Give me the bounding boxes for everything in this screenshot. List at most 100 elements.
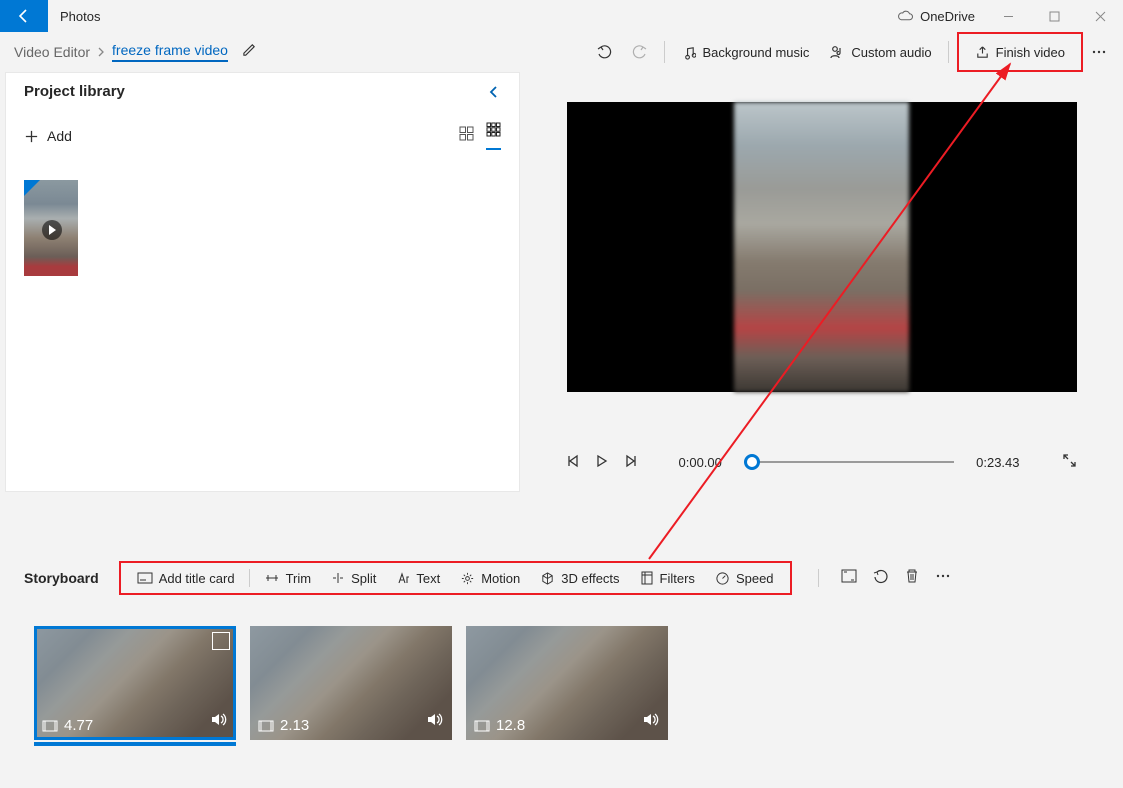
filters-icon	[640, 571, 654, 585]
step-fwd-icon	[623, 454, 637, 468]
more-button[interactable]	[1083, 36, 1115, 68]
aspect-button[interactable]	[841, 569, 857, 588]
collapse-library-button[interactable]	[487, 85, 501, 99]
storyboard-clip[interactable]: 4.77	[34, 626, 236, 740]
title-bar: Photos OneDrive	[0, 0, 1123, 32]
selected-clip-mark	[212, 632, 230, 650]
background-music-button[interactable]: Background music	[671, 36, 819, 68]
top-toolbar: Video Editor freeze frame video Backgrou…	[0, 32, 1123, 72]
speed-label: Speed	[736, 571, 774, 586]
finish-video-button[interactable]: Finish video	[965, 36, 1075, 68]
split-icon	[331, 572, 345, 584]
maximize-button[interactable]	[1031, 11, 1077, 22]
storyboard-clip[interactable]: 12.8	[466, 626, 668, 740]
export-icon	[975, 45, 990, 60]
seek-bar[interactable]	[744, 461, 954, 463]
rotate-button[interactable]	[873, 568, 889, 589]
aspect-icon	[841, 569, 857, 583]
back-button[interactable]	[0, 0, 48, 32]
chevron-right-icon	[96, 47, 106, 57]
close-button[interactable]	[1077, 11, 1123, 22]
sound-icon	[210, 712, 228, 732]
finish-video-label: Finish video	[996, 45, 1065, 60]
minimize-button[interactable]	[985, 11, 1031, 22]
text-icon	[396, 572, 410, 585]
cloud-icon	[896, 10, 914, 22]
title-card-label: Add title card	[159, 571, 235, 586]
total-time: 0:23.43	[976, 455, 1019, 470]
3d-effects-label: 3D effects	[561, 571, 619, 586]
filters-label: Filters	[660, 571, 695, 586]
step-back-icon	[567, 454, 581, 468]
step-back-button[interactable]	[567, 454, 581, 471]
separator	[818, 569, 819, 587]
grid2-icon	[459, 126, 474, 141]
split-button[interactable]: Split	[321, 563, 386, 593]
audio-person-icon	[829, 44, 845, 60]
play-icon	[595, 454, 609, 468]
text-label: Text	[416, 571, 440, 586]
video-preview[interactable]	[567, 102, 1077, 392]
trim-icon	[264, 572, 280, 584]
finish-video-highlight: Finish video	[957, 32, 1083, 72]
clip-duration: 2.13	[258, 717, 309, 734]
fullscreen-button[interactable]	[1062, 453, 1077, 471]
motion-button[interactable]: Motion	[450, 563, 530, 593]
speed-icon	[715, 571, 730, 586]
trash-icon	[905, 568, 919, 584]
3d-effects-button[interactable]: 3D effects	[530, 563, 629, 593]
sound-icon	[642, 712, 660, 732]
delete-button[interactable]	[905, 568, 919, 589]
motion-icon	[460, 571, 475, 586]
separator	[249, 569, 250, 587]
grid3-icon	[486, 122, 501, 137]
play-button[interactable]	[595, 454, 609, 471]
clip-duration: 4.77	[42, 717, 93, 734]
trim-button[interactable]: Trim	[254, 563, 322, 593]
storyboard-tools-highlight: Add title card Trim Split Text Motion 3D…	[119, 561, 792, 595]
seek-knob[interactable]	[744, 454, 760, 470]
project-library-panel: Project library Add	[5, 72, 520, 492]
add-title-card-button[interactable]: Add title card	[127, 563, 245, 593]
current-time: 0:00.00	[679, 455, 722, 470]
storyboard-label: Storyboard	[24, 570, 119, 586]
project-name[interactable]: freeze frame video	[112, 42, 228, 62]
custom-audio-label: Custom audio	[851, 45, 931, 60]
undo-button[interactable]	[586, 36, 622, 68]
clip-duration: 12.8	[474, 717, 525, 734]
play-overlay-icon	[42, 220, 62, 240]
custom-audio-button[interactable]: Custom audio	[819, 36, 941, 68]
trim-label: Trim	[286, 571, 312, 586]
film-icon	[258, 720, 274, 732]
sound-icon	[426, 712, 444, 732]
library-title: Project library	[24, 83, 125, 100]
more-icon	[1091, 44, 1107, 60]
library-clip[interactable]	[24, 180, 78, 276]
onedrive-label: OneDrive	[920, 9, 975, 24]
app-title: Photos	[48, 0, 100, 32]
edit-name-button[interactable]	[234, 42, 265, 62]
storyboard-more-button[interactable]	[935, 568, 951, 589]
onedrive-button[interactable]: OneDrive	[886, 9, 985, 24]
storyboard-clip[interactable]: 2.13	[250, 626, 452, 740]
view-large-button[interactable]	[459, 126, 474, 146]
separator	[664, 41, 665, 63]
clip-strip: 4.77 2.13 12.8	[0, 598, 1123, 768]
view-small-button[interactable]	[486, 122, 501, 150]
add-media-button[interactable]: Add	[24, 128, 72, 144]
step-fwd-button[interactable]	[623, 454, 637, 471]
more-icon	[935, 568, 951, 584]
split-label: Split	[351, 571, 376, 586]
title-card-icon	[137, 571, 153, 585]
undo-icon	[596, 44, 612, 60]
text-button[interactable]: Text	[386, 563, 450, 593]
motion-label: Motion	[481, 571, 520, 586]
speed-button[interactable]: Speed	[705, 563, 784, 593]
filters-button[interactable]: Filters	[630, 563, 705, 593]
breadcrumb-root[interactable]: Video Editor	[8, 44, 96, 60]
redo-icon	[632, 44, 648, 60]
redo-button[interactable]	[622, 36, 658, 68]
rotate-icon	[873, 568, 889, 584]
film-icon	[474, 720, 490, 732]
separator	[948, 41, 949, 63]
